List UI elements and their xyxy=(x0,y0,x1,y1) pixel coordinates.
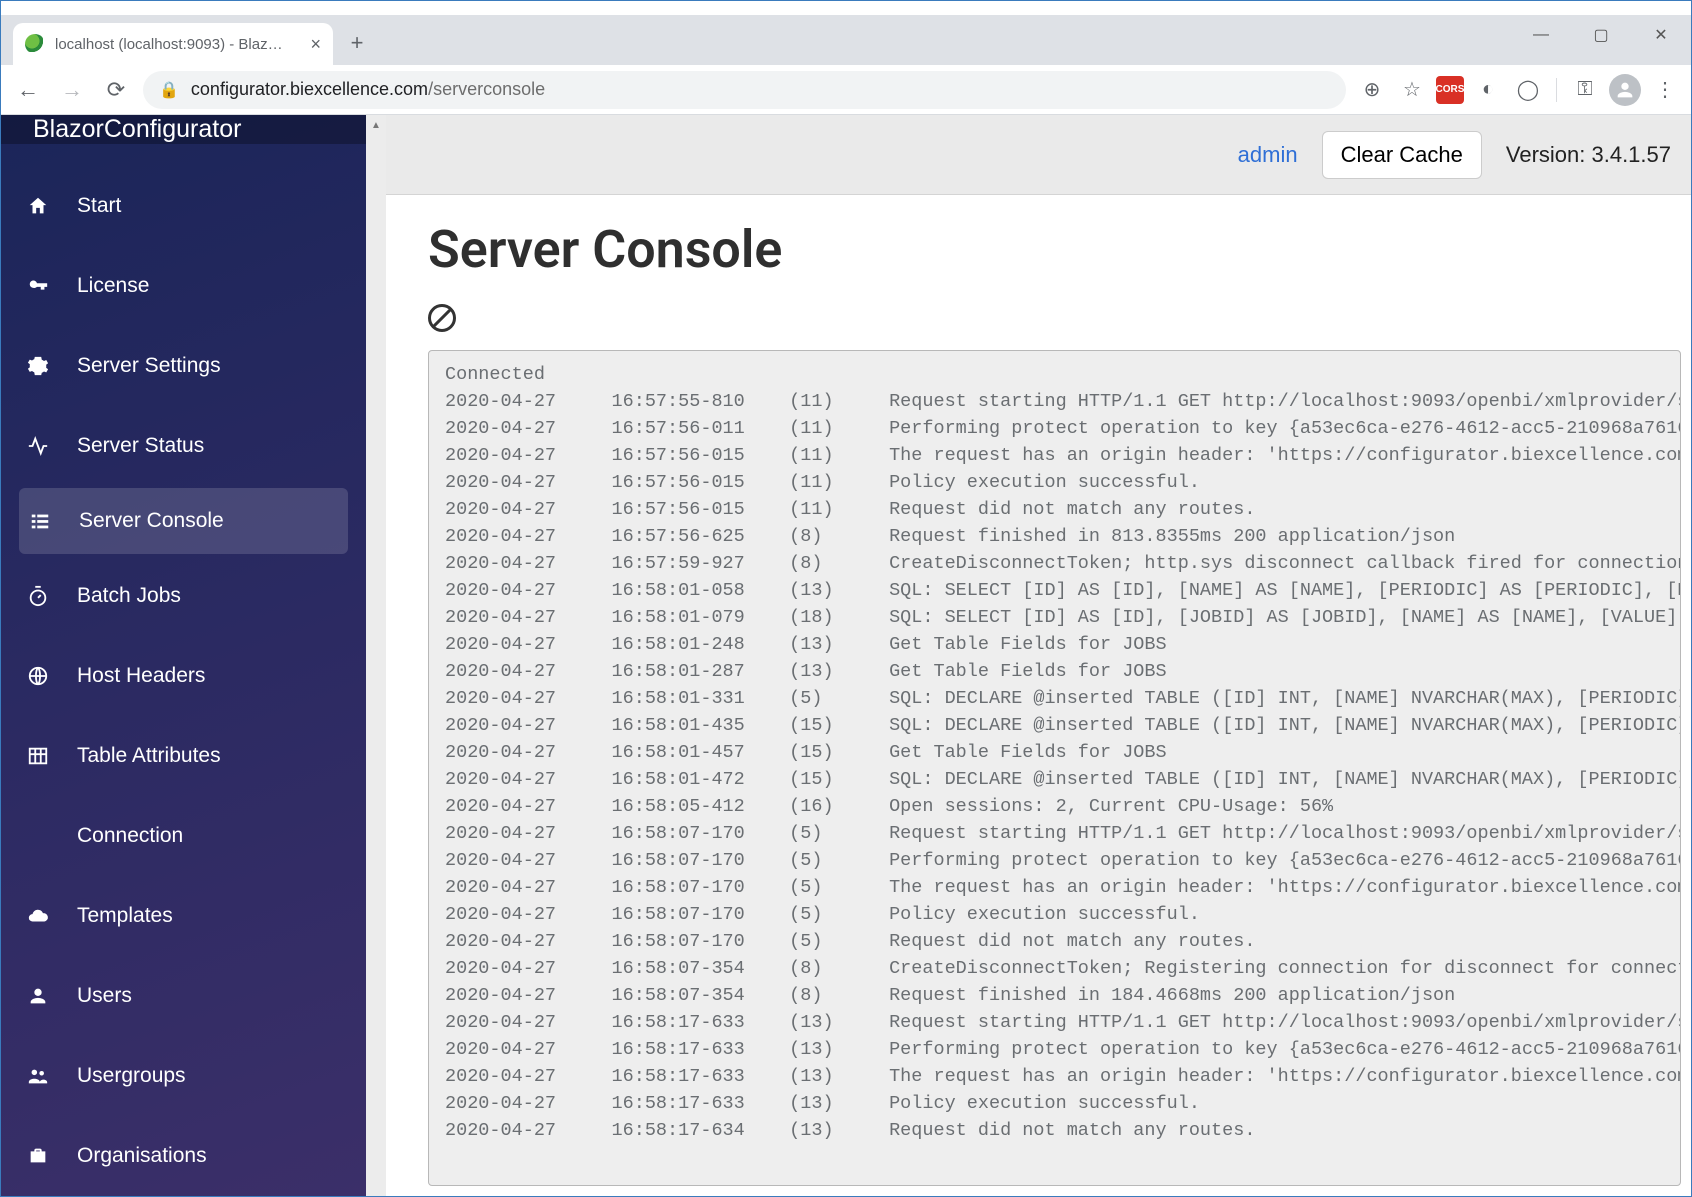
main: admin Clear Cache Version: 3.4.1.57 Serv… xyxy=(386,115,1691,1196)
sidebar-item-server-console[interactable]: Server Console xyxy=(19,488,348,554)
user-link[interactable]: admin xyxy=(1238,142,1298,168)
version-label: Version: 3.4.1.57 xyxy=(1506,142,1671,168)
sidebar-item-label: Table Attributes xyxy=(77,744,340,768)
sidebar-item-usergroups[interactable]: Usergroups xyxy=(1,1036,366,1116)
browser-window: localhost (localhost:9093) - Blaz… × + ―… xyxy=(0,0,1692,1197)
sidebar-item-label: Server Settings xyxy=(77,354,340,378)
user-icon xyxy=(27,985,55,1007)
sidebar-item-table-attributes[interactable]: Table Attributes xyxy=(1,716,366,796)
table-icon xyxy=(27,745,55,767)
sidebar-item-label: Templates xyxy=(77,904,340,928)
sidebar-item-host-headers[interactable]: Host Headers xyxy=(1,636,366,716)
app-root: BlazorConfigurator Start License Server Se… xyxy=(1,115,1691,1196)
lock-icon: 🔒 xyxy=(159,80,179,100)
sidebar-item-start[interactable]: Start xyxy=(1,166,366,246)
console-scroll[interactable]: Connected 2020-04-27 16:57:55-810 (11) R… xyxy=(429,351,1680,1185)
sidebar-item-templates[interactable]: Templates xyxy=(1,876,366,956)
sidebar-item-label: Batch Jobs xyxy=(77,584,340,608)
extension-moon-icon[interactable]: ◐ xyxy=(1472,74,1504,106)
sidebar-item-label: License xyxy=(77,274,340,298)
forward-button: → xyxy=(55,73,89,107)
tab-favicon-icon xyxy=(25,34,45,54)
brand-title: BlazorConfigurator xyxy=(1,115,366,144)
sidebar-scroll-strip[interactable]: ▲ xyxy=(366,115,386,1196)
home-icon xyxy=(27,195,55,217)
sidebar-item-batch-jobs[interactable]: Batch Jobs xyxy=(1,556,366,636)
zoom-plus-icon[interactable]: ⊕ xyxy=(1356,74,1388,106)
key-icon xyxy=(27,275,55,297)
cors-extension-icon[interactable]: CORS xyxy=(1436,76,1464,104)
sidebar-item-label: Organisations xyxy=(77,1144,340,1168)
close-window-button[interactable]: ✕ xyxy=(1631,15,1691,55)
page-title: Server Console xyxy=(428,219,1691,280)
titlebar xyxy=(1,1,1691,15)
toolbar-right: ⊕ ☆ CORS ◐ ◯ ⚿ ⋮ xyxy=(1356,74,1681,106)
sidebar-item-label: Host Headers xyxy=(77,664,340,688)
sidebar-item-label: Usergroups xyxy=(77,1064,340,1088)
window-controls: ― ▢ ✕ xyxy=(1511,15,1691,65)
sidebar-item-label: Users xyxy=(77,984,340,1008)
key-icon[interactable]: ⚿ xyxy=(1569,74,1601,106)
maximize-button[interactable]: ▢ xyxy=(1571,15,1631,55)
clear-cache-button[interactable]: Clear Cache xyxy=(1322,131,1482,179)
new-tab-button[interactable]: + xyxy=(339,25,375,61)
sidebar-item-users[interactable]: Users xyxy=(1,956,366,1036)
tab-strip: localhost (localhost:9093) - Blaz… × + ―… xyxy=(1,15,1691,65)
gear-icon xyxy=(27,355,55,377)
sidebar-item-server-settings[interactable]: Server Settings xyxy=(1,326,366,406)
back-button[interactable]: ← xyxy=(11,73,45,107)
sidebar-item-server-status[interactable]: Server Status xyxy=(1,406,366,486)
console-output: Connected 2020-04-27 16:57:55-810 (11) R… xyxy=(429,351,1680,1174)
content: Server Console Connected 2020-04-27 16:5… xyxy=(386,195,1691,1196)
reload-button[interactable]: ⟳ xyxy=(99,73,133,107)
url-field[interactable]: 🔒 configurator.biexcellence.com/serverco… xyxy=(143,71,1346,109)
address-bar: ← → ⟳ 🔒 configurator.biexcellence.com/se… xyxy=(1,65,1691,115)
stopwatch-icon xyxy=(27,585,55,607)
pulse-icon xyxy=(27,435,55,457)
star-icon[interactable]: ☆ xyxy=(1396,74,1428,106)
sidebar-item-label: Server Status xyxy=(77,434,340,458)
close-tab-icon[interactable]: × xyxy=(310,34,321,55)
usergroup-icon xyxy=(27,1065,55,1087)
sidebar-item-connection[interactable]: Connection xyxy=(1,796,366,876)
url-text: configurator.biexcellence.com/servercons… xyxy=(191,79,1330,100)
sidebar-item-label: Start xyxy=(77,194,340,218)
browser-tab[interactable]: localhost (localhost:9093) - Blaz… × xyxy=(13,23,333,65)
globe-icon xyxy=(27,665,55,687)
side-nav: Start License Server Settings Server Status… xyxy=(1,144,366,1196)
menu-kebab-icon[interactable]: ⋮ xyxy=(1649,74,1681,106)
extension-circle-icon[interactable]: ◯ xyxy=(1512,74,1544,106)
briefcase-icon xyxy=(27,1145,55,1167)
sidebar-item-label: Connection xyxy=(77,824,340,848)
clear-console-icon[interactable] xyxy=(428,304,456,332)
sidebar-item-label: Server Console xyxy=(79,509,322,533)
sidebar-item-license[interactable]: License xyxy=(1,246,366,326)
scroll-up-icon[interactable]: ▲ xyxy=(366,115,386,135)
cloud-icon xyxy=(27,905,55,927)
list-icon xyxy=(29,510,57,532)
tab-title: localhost (localhost:9093) - Blaz… xyxy=(55,36,300,53)
profile-avatar-icon[interactable] xyxy=(1609,74,1641,106)
console-panel: Connected 2020-04-27 16:57:55-810 (11) R… xyxy=(428,350,1681,1186)
sidebar-item-organisations[interactable]: Organisations xyxy=(1,1116,366,1196)
toolbar-divider xyxy=(1556,78,1557,102)
topbar: admin Clear Cache Version: 3.4.1.57 xyxy=(386,115,1691,195)
sidebar: BlazorConfigurator Start License Server Se… xyxy=(1,115,366,1196)
minimize-button[interactable]: ― xyxy=(1511,15,1571,55)
